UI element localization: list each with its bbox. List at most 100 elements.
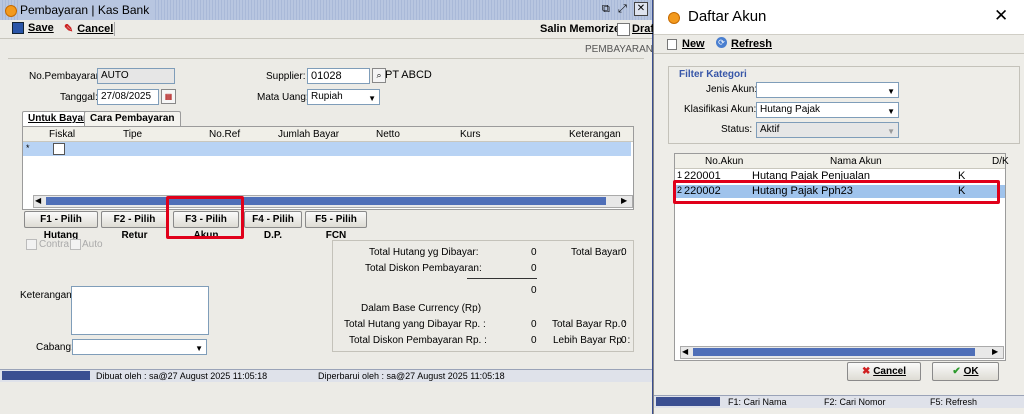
mata-uang-label: Mata Uang: [257,92,309,103]
no-pembayaran-label: No.Pembayaran: [29,71,105,82]
pilih-dp-button[interactable]: F4 - Pilih D.P. [244,211,302,241]
horizontal-scrollbar[interactable]: ◀ ▶ [33,195,633,208]
total-bayar-rp-label: Total Bayar Rp. : [552,319,626,330]
calendar-icon[interactable]: ▦ [161,89,176,104]
close-icon[interactable]: ✕ [634,2,648,16]
status-f1: F1: Cari Nama [728,397,787,407]
total-diskon-rp-value: 0 [531,335,537,346]
account-list-toolbar: New ⟳ Refresh [654,34,1024,54]
scroll-thumb[interactable] [693,348,975,356]
filter-panel: Filter Kategori Jenis Akun: ▼ Klasifikas… [668,66,1020,144]
dropdown-arrow-icon: ▼ [887,107,895,116]
close-icon[interactable]: ✕ [994,6,1008,26]
supplier-label: Supplier: [266,71,306,82]
scroll-thumb[interactable] [46,197,606,205]
account-horizontal-scrollbar[interactable]: ◀ ▶ [680,346,1004,359]
tab-cara-pembayaran[interactable]: Cara Pembayaran [84,111,181,126]
subtotal-value: 0 [531,285,537,296]
scroll-left-icon[interactable]: ◀ [35,196,41,205]
scroll-left-icon[interactable]: ◀ [682,347,688,356]
account-list-title: Daftar Akun [688,8,767,25]
tanggal-field[interactable]: 27/08/2025 [97,89,159,105]
account-list-window: Daftar Akun ✕ New ⟳ Refresh Filter Kateg… [653,0,1024,414]
klasifikasi-akun-value: Hutang Pajak [760,104,821,115]
keterangan-textarea[interactable] [71,286,209,335]
save-label: Save [28,22,54,34]
pilih-fcn-button[interactable]: F5 - Pilih FCN [305,211,367,241]
floppy-icon [12,22,24,34]
col-kurs: Kurs [460,129,481,140]
pilih-akun-highlight [166,196,244,239]
table-row[interactable]: * [23,142,631,156]
filter-heading: Filter Kategori [679,69,747,80]
col-fiskal: Fiskal [49,129,76,140]
row-marker: * [26,143,30,153]
payment-window: Pembayaran | Kas Bank ⧉ ⤢ ✕ Save ✎ Cance… [0,0,658,414]
cancel-x-icon: ✖ [862,366,871,377]
cancel-dialog-button[interactable]: ✖ Cancel [847,362,921,381]
payment-window-title: Pembayaran | Kas Bank [20,0,156,20]
row-number: 1 [677,170,683,180]
new-button[interactable]: New [682,38,705,50]
auto-checkbox[interactable] [70,239,81,250]
total-diskon-value: 0 [531,263,537,274]
col-no-akun: No.Akun [705,156,744,167]
status-f5: F5: Refresh [930,397,978,407]
jenis-akun-label: Jenis Akun: [706,84,758,95]
section-divider [8,58,644,59]
search-icon[interactable]: ⌕ [372,68,386,83]
draft-checkbox[interactable] [617,23,630,36]
scroll-right-icon[interactable]: ▶ [621,196,627,205]
updated-by-text: Diperbarui oleh : sa@27 August 2025 11:0… [318,371,505,381]
mata-uang-select[interactable]: Rupiah ▼ [307,89,380,105]
account-statusbar: F1: Cari Nama F2: Cari Nomor F5: Refresh [654,395,1024,408]
payment-toolbar: Save ✎ Cancel Salin Memorized Draft [0,20,658,39]
total-hutang-rp-label: Total Hutang yang Dibayar Rp. : [344,319,486,330]
ok-button[interactable]: ✔ OK [932,362,999,381]
ok-label: OK [963,366,979,377]
scroll-right-icon[interactable]: ▶ [992,347,998,356]
col-netto: Netto [376,129,400,140]
mata-uang-value: Rupiah [311,91,343,102]
klasifikasi-akun-select[interactable]: Hutang Pajak ▼ [756,102,899,118]
cabang-select[interactable]: ▼ [72,339,207,355]
contra-checkbox[interactable] [26,239,37,250]
base-currency-label: Dalam Base Currency (Rp) [361,303,482,314]
payment-grid: Fiskal Tipe No.Ref Jumlah Bayar Netto Ku… [22,126,634,210]
pilih-hutang-button[interactable]: F1 - Pilih Hutang [24,211,98,241]
no-pembayaran-field: AUTO [97,68,175,84]
tanggal-label: Tanggal: [60,92,98,103]
fiskal-checkbox[interactable] [53,143,65,155]
section-label: PEMBAYARAN [585,44,653,55]
total-hutang-label: Total Hutang yg Dibayar: [369,247,479,258]
col-keterangan: Keterangan [569,129,621,140]
col-tipe: Tipe [123,129,143,140]
payment-statusbar: Dibuat oleh : sa@27 August 2025 11:05:18… [0,369,652,382]
pilih-retur-button[interactable]: F2 - Pilih Retur [101,211,168,241]
restore-icon[interactable]: ⧉ [602,3,610,16]
app-logo-icon [5,5,17,17]
tab-untuk-bayar[interactable]: Untuk Bayar [22,111,93,126]
dropdown-arrow-icon: ▼ [368,94,376,103]
dropdown-arrow-icon: ▼ [887,127,895,136]
jenis-akun-select[interactable]: ▼ [756,82,899,98]
grid-header: Fiskal Tipe No.Ref Jumlah Bayar Netto Ku… [23,127,633,142]
supplier-code-field[interactable]: 01028 [307,68,370,84]
cabang-label: Cabang: [36,342,74,353]
save-button[interactable]: Save [12,22,54,34]
payment-titlebar: Pembayaran | Kas Bank ⧉ ⤢ ✕ [0,0,652,20]
cancel-button[interactable]: ✎ Cancel [64,22,114,36]
app-logo-icon [668,12,680,24]
selected-row-highlight [673,180,1000,204]
toolbar-divider [114,22,115,36]
total-hutang-value: 0 [531,247,537,258]
maximize-icon[interactable]: ⤢ [618,3,627,16]
account-list-titlebar: Daftar Akun ✕ [654,0,1024,34]
supplier-name: PT ABCD [385,69,432,81]
salin-memorized-button[interactable]: Salin Memorized [540,23,627,35]
status-select[interactable]: Aktif ▼ [756,122,899,138]
cancel-label: Cancel [77,22,114,35]
new-icon [667,39,677,50]
status-value: Aktif [760,124,780,135]
refresh-button[interactable]: Refresh [731,38,772,50]
